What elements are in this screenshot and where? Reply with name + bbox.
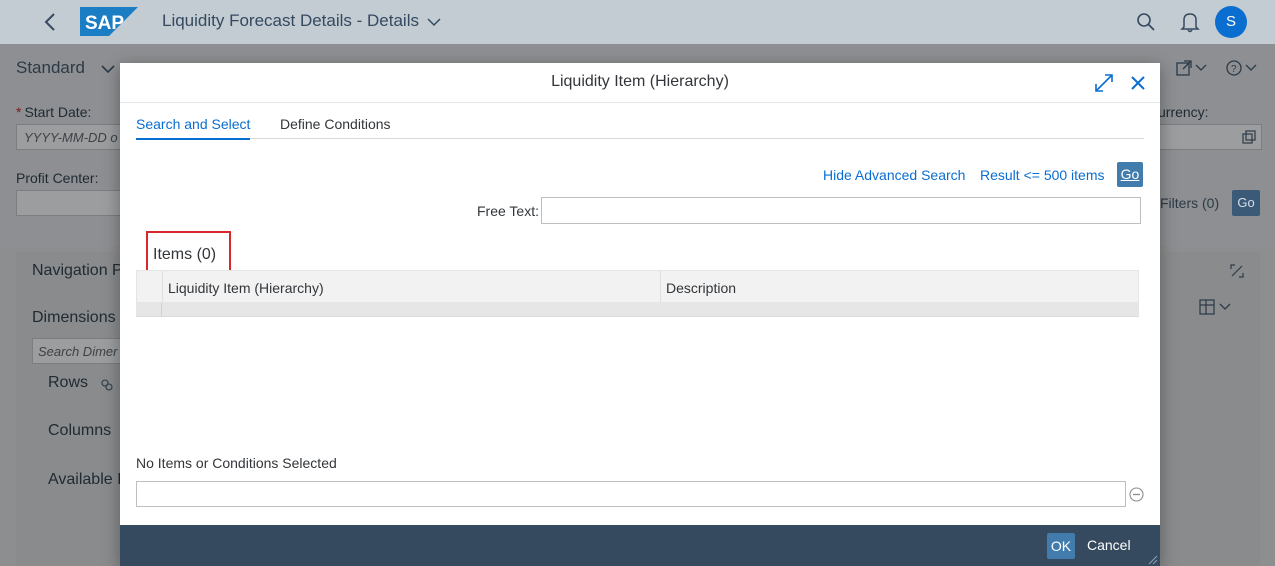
ok-button[interactable]: OK: [1047, 533, 1075, 559]
start-date-input: YYYY-MM-DD o: [16, 124, 126, 150]
back-arrow-icon[interactable]: [40, 10, 62, 34]
link-icon: [101, 379, 113, 391]
dimensions-heading: Dimensions: [32, 309, 116, 326]
chevron-down-icon: [101, 65, 115, 74]
filter-go-button: Go: [1232, 190, 1260, 216]
tab-define-conditions[interactable]: Define Conditions: [280, 116, 391, 132]
columns-label: Columns: [48, 422, 112, 439]
table-header: Liquidity Item (Hierarchy) Description: [136, 270, 1139, 303]
table-settings-icon: [1199, 299, 1231, 315]
selection-status-label: No Items or Conditions Selected: [136, 455, 337, 471]
tab-search-and-select[interactable]: Search and Select: [136, 116, 251, 140]
row-select-cell: [136, 303, 162, 317]
items-count-title: Items (0): [146, 231, 231, 274]
sap-logo[interactable]: SAP: [80, 7, 138, 36]
search-icon[interactable]: [1136, 12, 1156, 32]
free-text-label: Free Text:: [477, 203, 539, 219]
rows-label: Rows: [48, 374, 89, 391]
column-separator: [660, 271, 661, 302]
profit-center-input: [16, 190, 126, 216]
svg-text:?: ?: [1231, 64, 1237, 75]
user-avatar[interactable]: S: [1215, 6, 1247, 38]
go-button[interactable]: Go: [1117, 162, 1143, 187]
start-date-label: * Start Date:: [16, 104, 92, 120]
dialog-title: Liquidity Item (Hierarchy): [551, 73, 729, 90]
items-table: Liquidity Item (Hierarchy) Description: [136, 270, 1139, 317]
column-header-liquidity-item[interactable]: Liquidity Item (Hierarchy): [168, 280, 324, 296]
tab-bar: Search and Select Define Conditions: [136, 113, 1144, 140]
available-label: Available I: [48, 471, 122, 488]
profit-center-label: Profit Center:: [16, 170, 99, 186]
cancel-button[interactable]: Cancel: [1087, 537, 1131, 553]
close-icon[interactable]: [1130, 75, 1146, 91]
shell-bar: SAP Liquidity Forecast Details - Details…: [0, 0, 1275, 44]
remove-all-tokens-icon[interactable]: [1129, 487, 1144, 502]
free-text-input[interactable]: [541, 197, 1141, 224]
logo-text: SAP: [85, 13, 124, 34]
value-help-dialog: Liquidity Item (Hierarchy) Search and Se…: [120, 63, 1160, 566]
fullscreen-icon: [1230, 264, 1244, 278]
filters-link: Filters (0): [1160, 195, 1220, 211]
resize-handle-icon[interactable]: [1148, 555, 1158, 565]
select-all-column[interactable]: [137, 271, 163, 302]
table-empty-row: [136, 303, 1139, 317]
dialog-header: Liquidity Item (Hierarchy): [120, 63, 1160, 103]
selected-tokens-field[interactable]: [136, 481, 1126, 507]
column-header-description[interactable]: Description: [666, 280, 736, 296]
navigation-panel-title: Navigation P: [32, 262, 123, 279]
currency-label: urrency:: [1158, 104, 1209, 120]
value-help-icon: [1242, 130, 1256, 144]
chevron-down-icon[interactable]: [426, 14, 442, 30]
notification-bell-icon[interactable]: [1180, 11, 1200, 33]
hide-advanced-search-link[interactable]: Hide Advanced Search: [823, 167, 965, 183]
share-icon: [1176, 60, 1207, 76]
dialog-footer: OK Cancel: [120, 525, 1160, 566]
app-title[interactable]: Liquidity Forecast Details - Details: [162, 11, 419, 31]
variant-selector: Standard: [16, 58, 85, 77]
help-icon: ?: [1226, 60, 1257, 76]
result-limit-link[interactable]: Result <= 500 items: [980, 167, 1105, 183]
resize-dialog-icon[interactable]: [1095, 74, 1113, 92]
